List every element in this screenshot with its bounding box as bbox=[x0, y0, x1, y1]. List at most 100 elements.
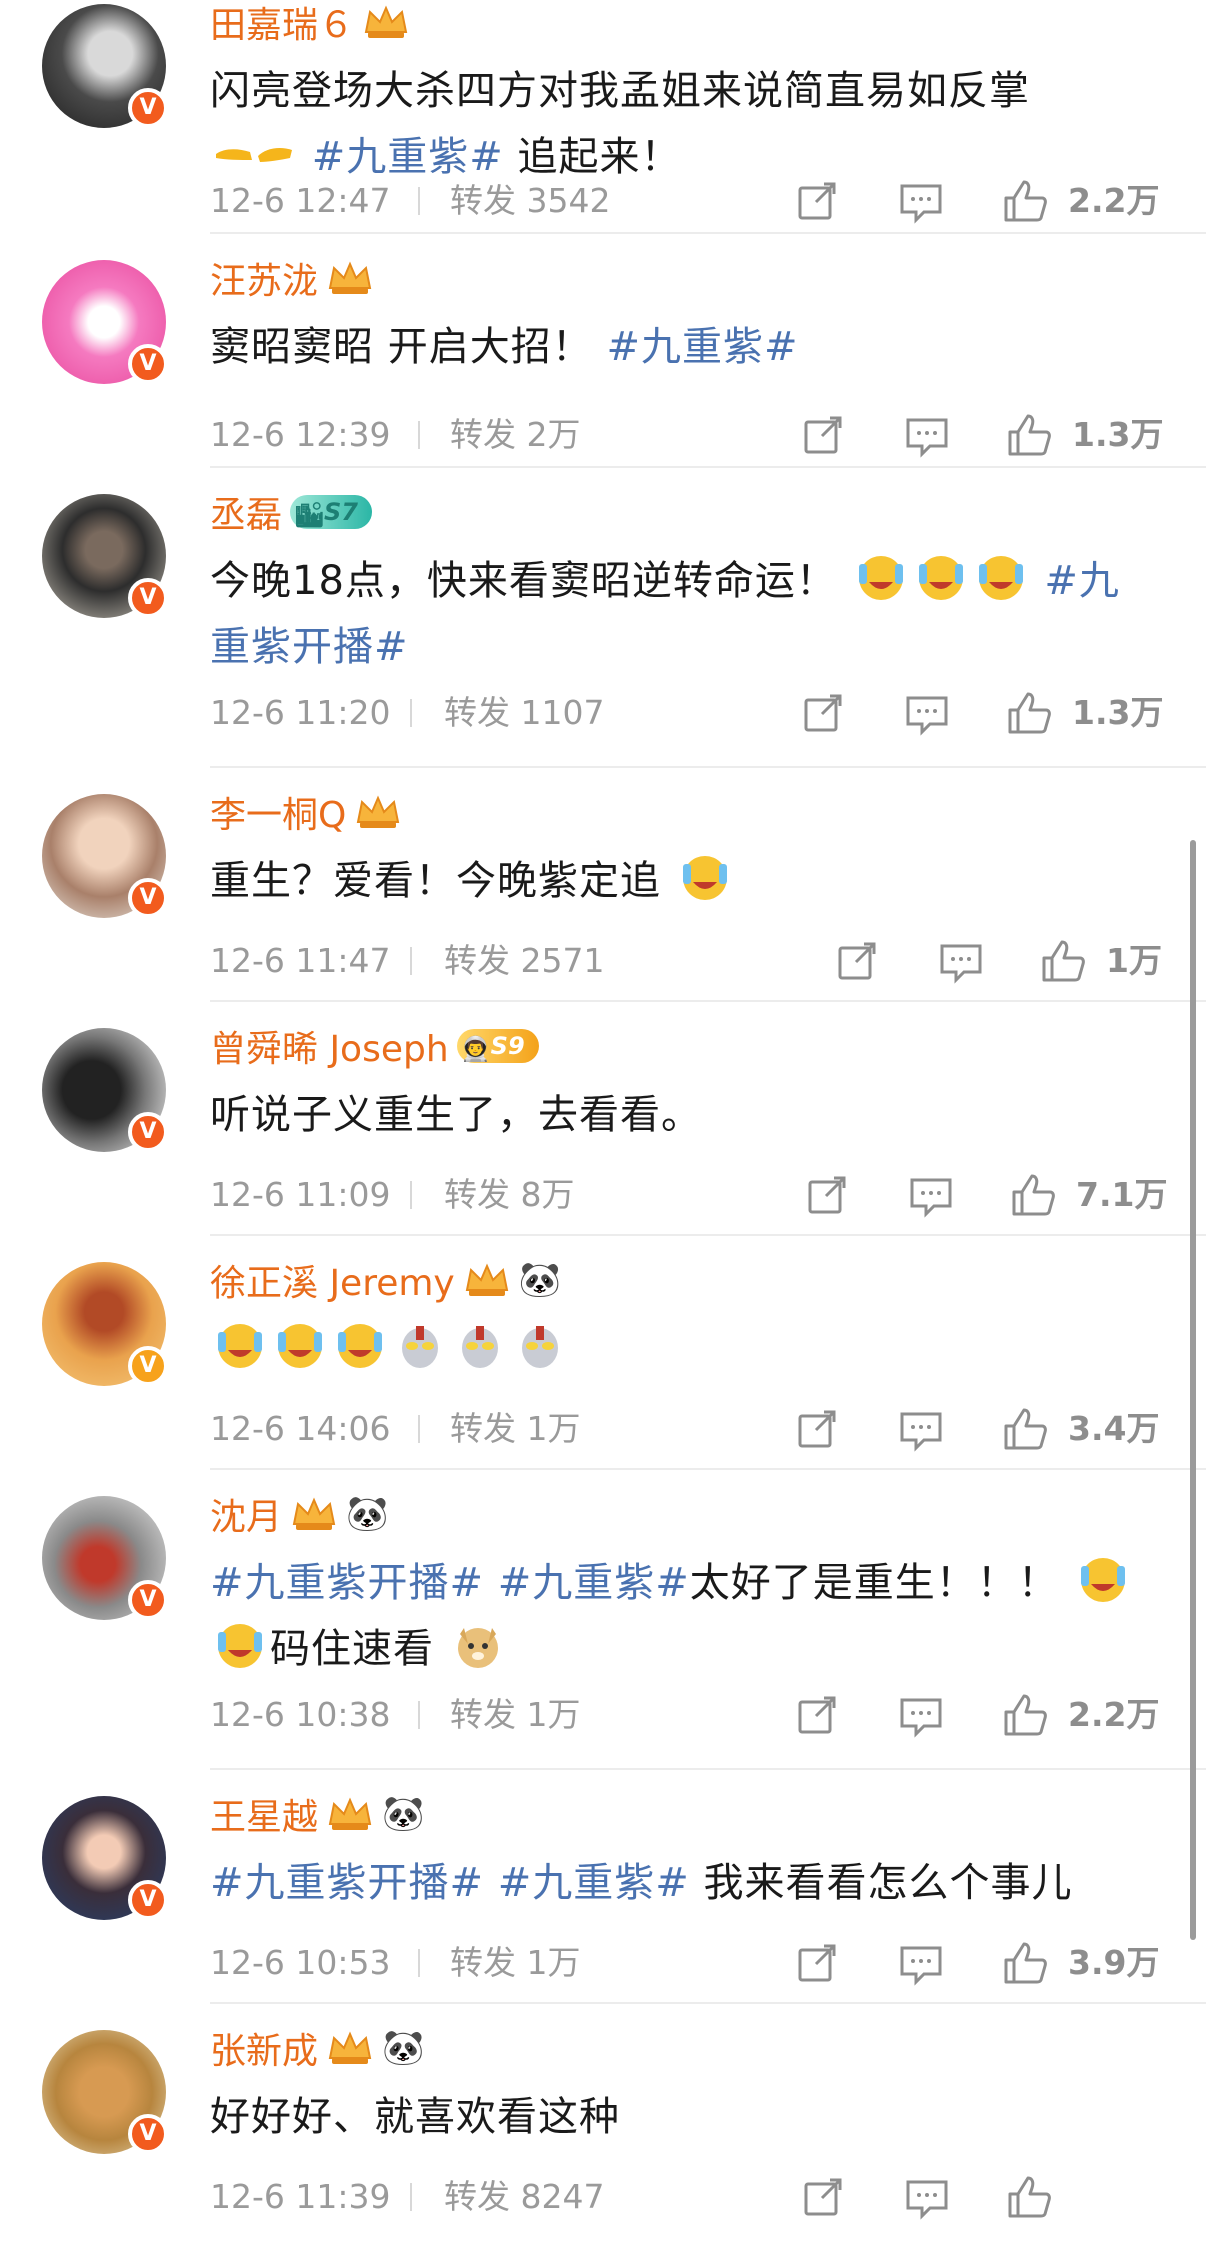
meta-divider bbox=[418, 1415, 420, 1443]
like-thumb-icon[interactable] bbox=[1010, 1172, 1056, 1218]
hashtag-link[interactable]: #九重紫# bbox=[498, 1860, 690, 1906]
repost-count[interactable]: 转发 1万 bbox=[450, 1406, 581, 1452]
like-thumb-icon[interactable] bbox=[1006, 412, 1052, 458]
share-icon[interactable] bbox=[794, 1406, 840, 1452]
verified-badge-icon: V bbox=[128, 2114, 168, 2154]
meta-divider bbox=[418, 421, 420, 449]
verified-badge-icon: V bbox=[128, 1580, 168, 1620]
username[interactable]: 沈月 bbox=[210, 1488, 282, 1540]
username[interactable]: 汪苏泷 bbox=[210, 252, 318, 304]
comment-item: V 徐正溪 Jeremy 🐼 12-6 14:06 转发 1万 3.4万 bbox=[0, 1236, 1206, 1470]
username[interactable]: 丞磊 bbox=[210, 486, 282, 538]
share-icon[interactable] bbox=[794, 1940, 840, 1986]
ultraman-emoji-icon bbox=[514, 1320, 566, 1372]
laugh-cry-emoji-icon bbox=[679, 852, 731, 904]
laugh-cry-emoji-icon bbox=[274, 1320, 326, 1372]
hashtag-link[interactable]: #九重紫开播# bbox=[210, 1860, 484, 1906]
comment-item: V 张新成 🐼 好好好、就喜欢看这种 12-6 11:39 转发 8247 bbox=[0, 2004, 1206, 2238]
comment-icon[interactable] bbox=[898, 1406, 944, 1452]
like-thumb-icon[interactable] bbox=[1006, 690, 1052, 736]
share-icon[interactable] bbox=[804, 1172, 850, 1218]
like-count: 1万 bbox=[1106, 941, 1162, 980]
like-thumb-icon[interactable] bbox=[1040, 938, 1086, 984]
timestamp: 12-6 12:47 bbox=[210, 181, 391, 220]
like-thumb-icon[interactable] bbox=[1006, 2174, 1052, 2220]
comment-icon[interactable] bbox=[898, 1940, 944, 1986]
panda-icon: 🐼 bbox=[382, 1794, 425, 1834]
scrollbar[interactable] bbox=[1190, 840, 1196, 1940]
laugh-cry-emoji-icon bbox=[975, 552, 1027, 604]
timestamp: 12-6 10:38 bbox=[210, 1695, 391, 1734]
verified-badge-icon: V bbox=[128, 344, 168, 384]
repost-count[interactable]: 转发 1万 bbox=[450, 1940, 581, 1986]
crown-badge-icon bbox=[326, 1794, 374, 1834]
like-thumb-icon[interactable] bbox=[1002, 1406, 1048, 1452]
comment-item: V 王星越 🐼 #九重紫开播# #九重紫# 我来看看怎么个事儿 12-6 10:… bbox=[0, 1770, 1206, 2004]
laugh-cry-emoji-icon bbox=[334, 1320, 386, 1372]
laugh-cry-emoji-icon bbox=[915, 552, 967, 604]
share-icon[interactable] bbox=[794, 1692, 840, 1738]
share-icon[interactable] bbox=[800, 690, 846, 736]
level-badge: 👨‍🚀 S9 bbox=[456, 1029, 539, 1063]
like-thumb-icon[interactable] bbox=[1002, 1940, 1048, 1986]
repost-count[interactable]: 转发 2万 bbox=[450, 412, 581, 458]
comment-meta: 12-6 14:06 转发 1万 3.4万 bbox=[210, 1406, 1206, 1452]
timestamp: 12-6 11:20 bbox=[210, 693, 391, 732]
comment-icon[interactable] bbox=[898, 1692, 944, 1738]
comment-item: V 沈月 🐼 #九重紫开播# #九重紫#太好了是重生！！！ 码住速看 12-6 … bbox=[0, 1470, 1206, 1770]
share-icon[interactable] bbox=[794, 178, 840, 224]
like-count: 3.4万 bbox=[1068, 1409, 1160, 1448]
like-count: 1.3万 bbox=[1072, 693, 1164, 732]
like-count: 3.9万 bbox=[1068, 1943, 1160, 1982]
comment-icon[interactable] bbox=[904, 412, 950, 458]
comment-icon[interactable] bbox=[908, 1172, 954, 1218]
meta-divider bbox=[418, 1701, 420, 1729]
like-thumb-icon[interactable] bbox=[1002, 178, 1048, 224]
username[interactable]: 田嘉瑞６ bbox=[210, 0, 354, 48]
repost-count[interactable]: 转发 3542 bbox=[450, 178, 610, 224]
comment-feed: V 田嘉瑞６ 闪亮登场大杀四方对我孟姐来说简直易如反掌 #九重紫# 追起来！ 1… bbox=[0, 0, 1206, 2238]
laugh-cry-emoji-icon bbox=[214, 1320, 266, 1372]
share-icon[interactable] bbox=[800, 2174, 846, 2220]
verified-badge-icon: V bbox=[128, 878, 168, 918]
comment-meta: 12-6 11:47 转发 2571 1万 bbox=[210, 938, 1206, 984]
comment-item: V 汪苏泷 窦昭窦昭 开启大招！ #九重紫# 12-6 12:39 转发 2万 … bbox=[0, 234, 1206, 468]
repost-count[interactable]: 转发 8247 bbox=[444, 2174, 604, 2220]
timestamp: 12-6 11:47 bbox=[210, 941, 391, 980]
like-count: 2.2万 bbox=[1068, 1695, 1160, 1734]
repost-count[interactable]: 转发 1107 bbox=[444, 690, 604, 736]
like-count: 7.1万 bbox=[1076, 1175, 1168, 1214]
hashtag-link[interactable]: #九重紫# bbox=[312, 134, 504, 180]
comment-icon[interactable] bbox=[898, 178, 944, 224]
username[interactable]: 王星越 bbox=[210, 1788, 318, 1840]
panda-icon: 🐼 bbox=[518, 1260, 562, 1300]
share-icon[interactable] bbox=[834, 938, 880, 984]
comment-icon[interactable] bbox=[904, 690, 950, 736]
verified-badge-icon: V bbox=[128, 88, 168, 128]
share-icon[interactable] bbox=[800, 412, 846, 458]
repost-count[interactable]: 转发 8万 bbox=[444, 1172, 575, 1218]
hashtag-link[interactable]: #九重紫# bbox=[498, 1560, 690, 1606]
username[interactable]: 李一桐Q bbox=[210, 786, 346, 838]
doge-emoji-icon bbox=[452, 1620, 504, 1672]
username[interactable]: 张新成 bbox=[210, 2022, 318, 2074]
hashtag-link[interactable]: #九重紫# bbox=[606, 324, 798, 370]
meta-divider bbox=[410, 699, 412, 727]
comment-icon[interactable] bbox=[904, 2174, 950, 2220]
username[interactable]: 徐正溪 Jeremy bbox=[210, 1254, 455, 1306]
timestamp: 12-6 12:39 bbox=[210, 415, 391, 454]
comment-item: V 曾舜晞 Joseph 👨‍🚀 S9 听说子义重生了，去看看。 12-6 11:… bbox=[0, 1002, 1206, 1236]
username[interactable]: 曾舜晞 Joseph bbox=[210, 1020, 449, 1072]
timestamp: 12-6 11:39 bbox=[210, 2177, 391, 2216]
building-icon: 🏙 bbox=[294, 501, 325, 529]
repost-count[interactable]: 转发 2571 bbox=[444, 938, 604, 984]
verified-badge-icon: V bbox=[128, 1112, 168, 1152]
comment-meta: 12-6 10:38 转发 1万 2.2万 bbox=[210, 1692, 1206, 1738]
like-thumb-icon[interactable] bbox=[1002, 1692, 1048, 1738]
comment-meta: 12-6 12:39 转发 2万 1.3万 bbox=[210, 412, 1206, 458]
timestamp: 12-6 14:06 bbox=[210, 1409, 391, 1448]
repost-count[interactable]: 转发 1万 bbox=[450, 1692, 581, 1738]
hashtag-link[interactable]: #九重紫开播# bbox=[210, 1560, 484, 1606]
comment-text: 听说子义重生了，去看看。 bbox=[210, 1092, 702, 1138]
comment-icon[interactable] bbox=[938, 938, 984, 984]
